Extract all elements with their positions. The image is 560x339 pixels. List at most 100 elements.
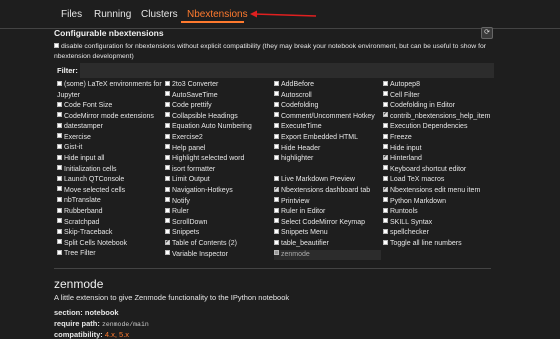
extension-checkbox[interactable] bbox=[274, 197, 279, 203]
extension-checkbox[interactable] bbox=[274, 250, 279, 256]
extension-item[interactable]: Hinterland bbox=[383, 152, 491, 165]
extension-item[interactable]: Snippets Menu bbox=[274, 228, 381, 239]
extension-item[interactable]: Ruler bbox=[165, 207, 270, 218]
extension-checkbox[interactable] bbox=[383, 165, 388, 171]
extension-checkbox[interactable] bbox=[57, 228, 62, 234]
extension-checkbox[interactable] bbox=[165, 165, 170, 171]
extension-item[interactable]: Rubberband bbox=[57, 207, 162, 218]
extension-item[interactable]: Navigation-Hotkeys bbox=[165, 186, 270, 197]
extension-item[interactable]: AutoSaveTime bbox=[165, 91, 270, 102]
extension-checkbox[interactable] bbox=[165, 123, 170, 129]
extension-checkbox[interactable] bbox=[274, 228, 279, 234]
extension-item[interactable]: Gist-it bbox=[57, 143, 162, 154]
extension-checkbox[interactable] bbox=[383, 80, 388, 86]
extension-checkbox[interactable] bbox=[57, 144, 62, 150]
extension-checkbox[interactable] bbox=[274, 184, 279, 194]
extension-checkbox[interactable] bbox=[165, 176, 170, 181]
extension-checkbox[interactable] bbox=[57, 122, 62, 128]
extension-checkbox[interactable] bbox=[274, 123, 279, 129]
extension-item[interactable]: Highlight selected word bbox=[165, 154, 270, 165]
extension-checkbox[interactable] bbox=[274, 154, 279, 160]
extension-item[interactable]: Python Markdown bbox=[383, 197, 491, 208]
extension-checkbox[interactable] bbox=[383, 207, 388, 213]
extension-item[interactable]: Code Font Size bbox=[57, 101, 162, 112]
extension-item[interactable]: Hide Header bbox=[274, 144, 381, 155]
extension-item[interactable]: Runtools bbox=[383, 207, 491, 218]
extension-item[interactable]: Split Cells Notebook bbox=[57, 239, 162, 250]
extension-item[interactable]: Nbextensions dashboard tab bbox=[274, 184, 381, 197]
extension-item[interactable]: Launch QTConsole bbox=[57, 175, 162, 186]
extension-checkbox[interactable] bbox=[383, 101, 388, 107]
extension-item[interactable]: AddBefore bbox=[274, 80, 381, 91]
extension-item[interactable]: Code prettify bbox=[165, 101, 270, 112]
extension-checkbox[interactable] bbox=[57, 165, 62, 171]
extension-checkbox[interactable] bbox=[383, 133, 388, 139]
extension-item[interactable]: Exercise bbox=[57, 133, 162, 144]
extension-item[interactable]: Toggle all line numbers bbox=[383, 239, 491, 250]
extension-checkbox[interactable] bbox=[274, 207, 279, 213]
extension-checkbox[interactable] bbox=[165, 237, 170, 247]
extension-item[interactable]: Snippets bbox=[165, 228, 270, 239]
extension-checkbox[interactable] bbox=[383, 239, 388, 245]
extension-item[interactable]: Codefolding bbox=[274, 101, 381, 112]
extension-item[interactable]: (some) LaTeX environments for Jupyter bbox=[57, 80, 162, 101]
extension-checkbox[interactable] bbox=[165, 197, 170, 203]
extension-checkbox[interactable] bbox=[57, 249, 62, 255]
tab-files[interactable]: Files bbox=[61, 9, 82, 20]
extension-item[interactable]: Skip-Traceback bbox=[57, 228, 162, 239]
extension-item[interactable]: Execution Dependencies bbox=[383, 122, 491, 133]
extension-checkbox[interactable] bbox=[165, 207, 170, 213]
refresh-button[interactable]: ⟳ bbox=[481, 27, 493, 39]
extension-item[interactable]: Limit Output bbox=[165, 175, 270, 186]
extension-item[interactable]: nbTranslate bbox=[57, 196, 162, 207]
extension-item[interactable]: Keyboard shortcut editor bbox=[383, 165, 491, 176]
extension-checkbox[interactable] bbox=[383, 218, 388, 224]
extension-item[interactable]: spellchecker bbox=[383, 228, 491, 239]
extension-checkbox[interactable] bbox=[165, 218, 170, 224]
extension-checkbox[interactable] bbox=[165, 101, 170, 107]
extension-checkbox[interactable] bbox=[274, 176, 279, 181]
extension-item[interactable]: Hide input bbox=[383, 144, 491, 155]
extension-item[interactable]: datestamper bbox=[57, 122, 162, 133]
extension-checkbox[interactable] bbox=[274, 91, 279, 97]
extension-item[interactable]: Variable Inspector bbox=[165, 250, 270, 261]
extension-item[interactable]: Cell Filter bbox=[383, 91, 491, 102]
extension-item[interactable]: 2to3 Converter bbox=[165, 80, 270, 91]
extension-item[interactable]: contrib_nbextensions_help_item bbox=[383, 109, 491, 123]
extension-checkbox[interactable] bbox=[274, 239, 279, 245]
extension-item[interactable]: Tree Filter bbox=[57, 249, 162, 260]
extension-checkbox[interactable] bbox=[274, 144, 279, 150]
extension-item[interactable]: Scratchpad bbox=[57, 218, 162, 229]
extension-item[interactable]: Exercise2 bbox=[165, 133, 270, 144]
extension-checkbox[interactable] bbox=[165, 250, 170, 256]
extension-item[interactable]: ExecuteTime bbox=[274, 122, 381, 133]
extension-item[interactable]: Select CodeMirror Keymap bbox=[274, 218, 381, 229]
extension-checkbox[interactable] bbox=[57, 218, 62, 224]
extension-checkbox[interactable] bbox=[57, 239, 62, 245]
extension-item[interactable]: Collapsible Headings bbox=[165, 112, 270, 123]
extension-item[interactable]: Nbextensions edit menu item bbox=[383, 184, 491, 197]
extension-checkbox[interactable] bbox=[57, 197, 62, 202]
extension-item[interactable]: ScrollDown bbox=[165, 218, 270, 229]
extension-checkbox[interactable] bbox=[383, 184, 388, 194]
extension-checkbox[interactable] bbox=[383, 197, 388, 203]
extension-checkbox[interactable] bbox=[57, 101, 62, 107]
disable-compat-checkbox[interactable] bbox=[54, 42, 59, 48]
extension-checkbox[interactable] bbox=[165, 91, 170, 97]
extension-item[interactable]: Export Embedded HTML bbox=[274, 133, 381, 144]
extension-checkbox[interactable] bbox=[165, 133, 170, 139]
extension-item[interactable]: Table of Contents (2) bbox=[165, 237, 270, 250]
tab-clusters[interactable]: Clusters bbox=[141, 9, 178, 20]
extension-item[interactable]: Live Markdown Preview bbox=[274, 175, 381, 186]
extension-item[interactable]: zenmode bbox=[274, 249, 381, 261]
extension-checkbox[interactable] bbox=[165, 186, 170, 192]
tab-running[interactable]: Running bbox=[94, 9, 131, 20]
extension-item[interactable]: Help panel bbox=[165, 144, 270, 155]
extension-checkbox[interactable] bbox=[274, 133, 279, 139]
extension-item[interactable]: Equation Auto Numbering bbox=[165, 122, 270, 133]
extension-item[interactable]: Printview bbox=[274, 197, 381, 208]
extension-item[interactable]: Notify bbox=[165, 197, 270, 208]
extension-checkbox[interactable] bbox=[383, 123, 388, 129]
extension-checkbox[interactable] bbox=[57, 133, 62, 139]
extension-checkbox[interactable] bbox=[57, 80, 62, 86]
